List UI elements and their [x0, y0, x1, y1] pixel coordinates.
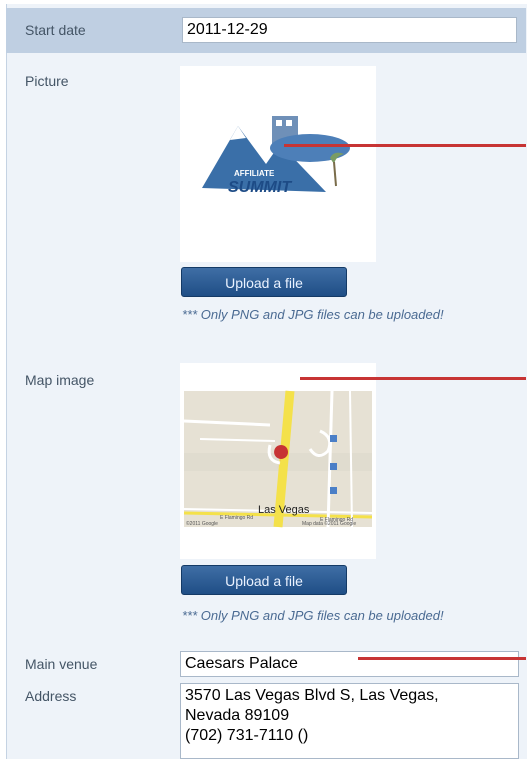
main-venue-label: Main venue [25, 656, 98, 672]
address-line-3: (702) 731-7110 () [185, 727, 309, 744]
address-line-2: Nevada 89109 [185, 707, 290, 724]
start-date-label: Start date [25, 22, 86, 38]
annotation-line-venue [358, 657, 526, 660]
map-upload-note: *** Only PNG and JPG files can be upload… [182, 608, 444, 623]
address-line-1: 3570 Las Vegas Blvd S, Las Vegas, [185, 687, 439, 704]
main-venue-field[interactable]: Caesars Palace [180, 651, 519, 677]
affiliate-summit-logo: AFFILIATE SUMMIT [202, 116, 350, 196]
picture-upload-button[interactable]: Upload a file [181, 267, 347, 297]
annotation-line-map [300, 377, 526, 380]
map-data-text: Map data ©2011 Google [302, 520, 356, 527]
map-thumbnail: Las Vegas E Flamingo Rd E Flamingo Rd ©2… [183, 390, 373, 528]
start-date-field[interactable]: 2011-12-29 [182, 17, 517, 43]
picture-preview[interactable]: AFFILIATE SUMMIT [180, 66, 376, 262]
picture-upload-note: *** Only PNG and JPG files can be upload… [182, 307, 444, 322]
map-city-text: Las Vegas [258, 504, 310, 516]
map-image-preview[interactable]: Las Vegas E Flamingo Rd E Flamingo Rd ©2… [180, 363, 376, 559]
map-street-left: E Flamingo Rd [220, 515, 253, 521]
annotation-line-picture [284, 144, 526, 147]
map-copyright-text: ©2011 Google [186, 520, 218, 527]
picture-label: Picture [25, 73, 69, 89]
map-upload-button[interactable]: Upload a file [181, 565, 347, 595]
logo-main-text: SUMMIT [228, 179, 292, 196]
address-field[interactable]: 3570 Las Vegas Blvd S, Las Vegas, Nevada… [180, 683, 519, 759]
address-label: Address [25, 688, 77, 704]
map-image-label: Map image [25, 372, 95, 388]
logo-small-text: AFFILIATE [234, 169, 275, 178]
